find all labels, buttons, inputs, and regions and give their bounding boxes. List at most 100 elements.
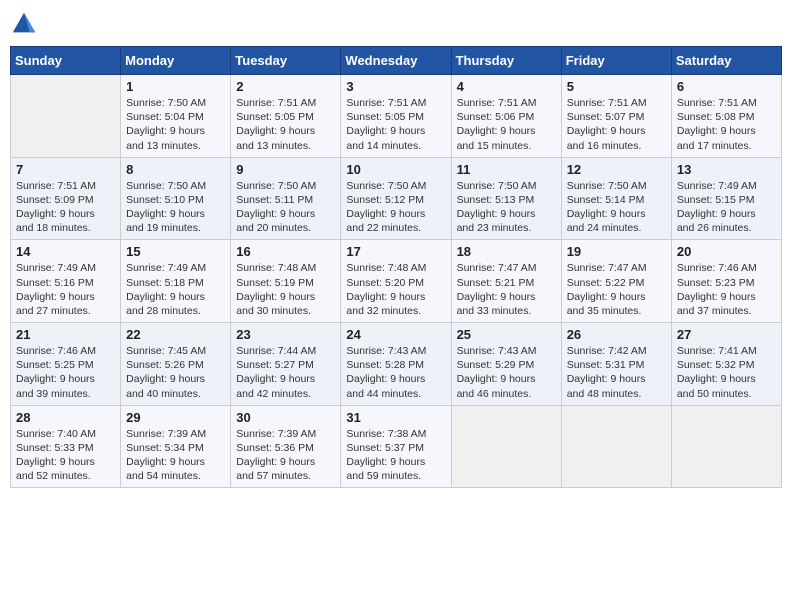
day-number: 3: [346, 79, 445, 94]
day-info: Sunrise: 7:39 AMSunset: 5:34 PMDaylight:…: [126, 427, 225, 484]
day-number: 10: [346, 162, 445, 177]
day-number: 22: [126, 327, 225, 342]
day-cell: 31 Sunrise: 7:38 AMSunset: 5:37 PMDayligh…: [341, 405, 451, 488]
day-cell: [451, 405, 561, 488]
day-info: Sunrise: 7:49 AMSunset: 5:15 PMDaylight:…: [677, 179, 776, 236]
day-cell: 6 Sunrise: 7:51 AMSunset: 5:08 PMDaylight…: [671, 75, 781, 158]
day-cell: 24Sunrise: 7:43 AMSunset: 5:28 PMDayligh…: [341, 323, 451, 406]
day-cell: 11 Sunrise: 7:50 AMSunset: 5:13 PMDayligh…: [451, 157, 561, 240]
day-cell: 2Sunrise: 7:51 AMSunset: 5:05 PMDaylight…: [231, 75, 341, 158]
day-number: 28: [16, 410, 115, 425]
day-number: 11: [457, 162, 556, 177]
day-number: 21: [16, 327, 115, 342]
day-cell: 4 Sunrise: 7:51 AMSunset: 5:06 PMDaylight…: [451, 75, 561, 158]
day-info: Sunrise: 7:51 AMSunset: 5:09 PMDaylight:…: [16, 179, 115, 236]
day-info: Sunrise: 7:51 AMSunset: 5:05 PMDaylight:…: [346, 96, 445, 153]
day-cell: 17Sunrise: 7:48 AMSunset: 5:20 PMDayligh…: [341, 240, 451, 323]
day-cell: 12 Sunrise: 7:50 AMSunset: 5:14 PMDayligh…: [561, 157, 671, 240]
header-friday: Friday: [561, 47, 671, 75]
logo: [10, 10, 42, 38]
day-cell: 16 Sunrise: 7:48 AMSunset: 5:19 PMDayligh…: [231, 240, 341, 323]
day-info: Sunrise: 7:50 AMSunset: 5:11 PMDaylight:…: [236, 179, 335, 236]
day-info: Sunrise: 7:46 AMSunset: 5:25 PMDaylight:…: [16, 344, 115, 401]
day-number: 6: [677, 79, 776, 94]
day-info: Sunrise: 7:38 AMSunset: 5:37 PMDaylight:…: [346, 427, 445, 484]
day-info: Sunrise: 7:43 AMSunset: 5:29 PMDaylight:…: [457, 344, 556, 401]
day-number: 19: [567, 244, 666, 259]
day-info: Sunrise: 7:49 AMSunset: 5:18 PMDaylight:…: [126, 261, 225, 318]
day-number: 27: [677, 327, 776, 342]
day-info: Sunrise: 7:50 AMSunset: 5:04 PMDaylight:…: [126, 96, 225, 153]
day-number: 30: [236, 410, 335, 425]
week-row-5: 28 Sunrise: 7:40 AMSunset: 5:33 PMDayligh…: [11, 405, 782, 488]
header-tuesday: Tuesday: [231, 47, 341, 75]
day-cell: 22 Sunrise: 7:45 AMSunset: 5:26 PMDayligh…: [121, 323, 231, 406]
day-info: Sunrise: 7:50 AMSunset: 5:14 PMDaylight:…: [567, 179, 666, 236]
day-info: Sunrise: 7:49 AMSunset: 5:16 PMDaylight:…: [16, 261, 115, 318]
header-saturday: Saturday: [671, 47, 781, 75]
day-number: 5: [567, 79, 666, 94]
week-row-4: 21 Sunrise: 7:46 AMSunset: 5:25 PMDayligh…: [11, 323, 782, 406]
day-info: Sunrise: 7:47 AMSunset: 5:22 PMDaylight:…: [567, 261, 666, 318]
day-cell: 30 Sunrise: 7:39 AMSunset: 5:36 PMDayligh…: [231, 405, 341, 488]
day-cell: 28 Sunrise: 7:40 AMSunset: 5:33 PMDayligh…: [11, 405, 121, 488]
day-cell: 3 Sunrise: 7:51 AMSunset: 5:05 PMDaylight…: [341, 75, 451, 158]
day-info: Sunrise: 7:47 AMSunset: 5:21 PMDaylight:…: [457, 261, 556, 318]
header-monday: Monday: [121, 47, 231, 75]
day-number: 23: [236, 327, 335, 342]
day-info: Sunrise: 7:42 AMSunset: 5:31 PMDaylight:…: [567, 344, 666, 401]
day-cell: [671, 405, 781, 488]
week-row-2: 7Sunrise: 7:51 AMSunset: 5:09 PMDaylight…: [11, 157, 782, 240]
day-cell: 19 Sunrise: 7:47 AMSunset: 5:22 PMDayligh…: [561, 240, 671, 323]
day-info: Sunrise: 7:44 AMSunset: 5:27 PMDaylight:…: [236, 344, 335, 401]
day-number: 20: [677, 244, 776, 259]
day-info: Sunrise: 7:45 AMSunset: 5:26 PMDaylight:…: [126, 344, 225, 401]
day-cell: [11, 75, 121, 158]
logo-icon: [10, 10, 38, 38]
day-cell: 9 Sunrise: 7:50 AMSunset: 5:11 PMDaylight…: [231, 157, 341, 240]
day-cell: 21 Sunrise: 7:46 AMSunset: 5:25 PMDayligh…: [11, 323, 121, 406]
day-info: Sunrise: 7:50 AMSunset: 5:13 PMDaylight:…: [457, 179, 556, 236]
day-cell: 27Sunrise: 7:41 AMSunset: 5:32 PMDayligh…: [671, 323, 781, 406]
day-info: Sunrise: 7:39 AMSunset: 5:36 PMDaylight:…: [236, 427, 335, 484]
day-number: 29: [126, 410, 225, 425]
calendar-table: SundayMondayTuesdayWednesdayThursdayFrid…: [10, 46, 782, 488]
day-number: 4: [457, 79, 556, 94]
day-number: 15: [126, 244, 225, 259]
day-number: 31: [346, 410, 445, 425]
day-cell: 25 Sunrise: 7:43 AMSunset: 5:29 PMDayligh…: [451, 323, 561, 406]
day-number: 8: [126, 162, 225, 177]
day-number: 12: [567, 162, 666, 177]
week-row-3: 14Sunrise: 7:49 AMSunset: 5:16 PMDayligh…: [11, 240, 782, 323]
day-number: 9: [236, 162, 335, 177]
page-header: [10, 10, 782, 38]
day-cell: 13 Sunrise: 7:49 AMSunset: 5:15 PMDayligh…: [671, 157, 781, 240]
day-info: Sunrise: 7:51 AMSunset: 5:07 PMDaylight:…: [567, 96, 666, 153]
day-cell: 18Sunrise: 7:47 AMSunset: 5:21 PMDayligh…: [451, 240, 561, 323]
day-number: 2: [236, 79, 335, 94]
day-info: Sunrise: 7:46 AMSunset: 5:23 PMDaylight:…: [677, 261, 776, 318]
day-info: Sunrise: 7:51 AMSunset: 5:06 PMDaylight:…: [457, 96, 556, 153]
day-info: Sunrise: 7:43 AMSunset: 5:28 PMDaylight:…: [346, 344, 445, 401]
day-cell: 29 Sunrise: 7:39 AMSunset: 5:34 PMDayligh…: [121, 405, 231, 488]
day-number: 1: [126, 79, 225, 94]
day-number: 26: [567, 327, 666, 342]
header-thursday: Thursday: [451, 47, 561, 75]
day-info: Sunrise: 7:50 AMSunset: 5:10 PMDaylight:…: [126, 179, 225, 236]
day-cell: 23 Sunrise: 7:44 AMSunset: 5:27 PMDayligh…: [231, 323, 341, 406]
day-info: Sunrise: 7:48 AMSunset: 5:19 PMDaylight:…: [236, 261, 335, 318]
day-number: 25: [457, 327, 556, 342]
day-number: 16: [236, 244, 335, 259]
header-sunday: Sunday: [11, 47, 121, 75]
day-cell: 14Sunrise: 7:49 AMSunset: 5:16 PMDayligh…: [11, 240, 121, 323]
header-row: SundayMondayTuesdayWednesdayThursdayFrid…: [11, 47, 782, 75]
day-info: Sunrise: 7:48 AMSunset: 5:20 PMDaylight:…: [346, 261, 445, 318]
day-cell: 1 Sunrise: 7:50 AMSunset: 5:04 PMDaylight…: [121, 75, 231, 158]
day-cell: [561, 405, 671, 488]
day-info: Sunrise: 7:51 AMSunset: 5:08 PMDaylight:…: [677, 96, 776, 153]
day-cell: 8 Sunrise: 7:50 AMSunset: 5:10 PMDaylight…: [121, 157, 231, 240]
day-info: Sunrise: 7:40 AMSunset: 5:33 PMDaylight:…: [16, 427, 115, 484]
day-cell: 15 Sunrise: 7:49 AMSunset: 5:18 PMDayligh…: [121, 240, 231, 323]
day-cell: 26 Sunrise: 7:42 AMSunset: 5:31 PMDayligh…: [561, 323, 671, 406]
day-number: 13: [677, 162, 776, 177]
